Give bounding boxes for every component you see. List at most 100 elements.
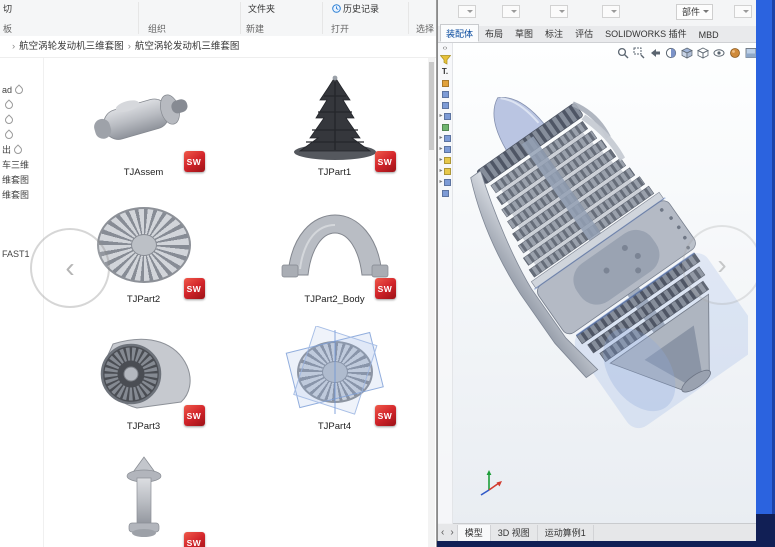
solidworks-badge: SW bbox=[183, 405, 205, 426]
caret-right-icon: ▸ bbox=[439, 179, 443, 185]
display-style-button[interactable] bbox=[696, 46, 709, 59]
part-icon bbox=[441, 123, 449, 131]
chevron-left-icon: ‹ bbox=[65, 252, 75, 283]
breadcrumb-segment[interactable]: 航空涡轮发动机三维套图 bbox=[19, 41, 124, 52]
tab-mbd[interactable]: MBD bbox=[693, 27, 725, 42]
zoom-to-fit-button[interactable] bbox=[616, 46, 629, 59]
file-item[interactable]: SW TJAssem bbox=[49, 66, 239, 189]
tab-scroll-prev-button[interactable]: ‹ bbox=[438, 527, 447, 538]
tree-item[interactable]: ▸ bbox=[439, 134, 451, 142]
3d-views-tab[interactable]: 3D 视图 bbox=[491, 524, 538, 541]
carousel-next-button[interactable]: › bbox=[682, 225, 756, 305]
tab-solidworks-addins[interactable]: SOLIDWORKS 插件 bbox=[599, 24, 693, 42]
document-tab-bar: ‹ › 模型 3D 视图 运动算例1 bbox=[438, 523, 756, 541]
part-icon bbox=[443, 112, 451, 120]
ribbon-group-new: 新建 bbox=[246, 24, 265, 34]
sidebar-item[interactable]: ad bbox=[0, 82, 43, 97]
filter-icon[interactable] bbox=[439, 55, 451, 65]
mate-icon bbox=[443, 178, 451, 186]
previous-view-button[interactable] bbox=[648, 46, 661, 59]
hide-show-items-button[interactable] bbox=[712, 46, 725, 59]
breadcrumb-segment[interactable]: 航空涡轮发动机三维套图 bbox=[135, 41, 240, 52]
model-tab[interactable]: 模型 bbox=[456, 524, 491, 541]
ribbon-group-clipboard: 板 bbox=[3, 24, 13, 34]
carousel-prev-button[interactable]: ‹ bbox=[30, 228, 110, 308]
shaft-thumbnail-graphic bbox=[126, 456, 161, 537]
tab-markup[interactable]: 标注 bbox=[539, 24, 569, 42]
solidworks-badge: SW bbox=[183, 151, 205, 172]
sidebar-item[interactable] bbox=[0, 97, 43, 112]
solidworks-badge: SW bbox=[183, 278, 205, 299]
part-icon bbox=[443, 145, 451, 153]
tree-item[interactable]: ▸ bbox=[439, 145, 451, 153]
graphics-viewport[interactable]: ‹› T. ▸ ▸ ▸ ▸ ▸ ▸ › bbox=[438, 43, 756, 524]
tree-pane-arrows[interactable]: ‹› bbox=[443, 45, 448, 52]
tree-item[interactable]: ▸ bbox=[439, 167, 451, 175]
tree-item[interactable] bbox=[441, 189, 449, 197]
screen: 切 文件夹 历史记录 板 组织 新建 打开 选择 › 航空涡轮发动机三维套图 › 航空… bbox=[0, 0, 775, 547]
solidworks-badge: SW bbox=[374, 151, 396, 172]
toolbar-dropdown-stub[interactable] bbox=[602, 5, 620, 18]
section-view-button[interactable] bbox=[664, 46, 677, 59]
tree-item[interactable]: ▸ bbox=[439, 156, 451, 164]
ribbon-separator bbox=[138, 2, 139, 34]
file-name: TJAssem bbox=[123, 167, 164, 178]
scrollbar-thumb[interactable] bbox=[429, 62, 434, 150]
motion-study-tab[interactable]: 运动算例1 bbox=[538, 524, 594, 541]
edit-appearance-button[interactable] bbox=[728, 46, 741, 59]
toolbar-dropdown-stub[interactable] bbox=[734, 5, 752, 18]
part-icon bbox=[441, 189, 449, 197]
solidworks-badge: SW bbox=[374, 278, 396, 299]
tree-item[interactable]: ▸ bbox=[439, 178, 451, 186]
headsup-view-toolbar bbox=[616, 46, 756, 59]
view-orientation-button[interactable] bbox=[680, 46, 693, 59]
pin-icon bbox=[13, 83, 25, 96]
file-item[interactable]: SW bbox=[49, 447, 239, 547]
zoom-to-area-button[interactable] bbox=[632, 46, 645, 59]
desktop-dark-block bbox=[756, 514, 775, 547]
file-name: TJPart4 bbox=[317, 421, 352, 432]
commandmanager-tabs: 装配体 布局 草图 标注 评估 SOLIDWORKS 插件 MBD bbox=[438, 24, 756, 43]
ribbon-group-select: 选择 bbox=[416, 24, 435, 34]
apply-scene-button[interactable] bbox=[744, 46, 756, 59]
tree-item[interactable]: ▸ bbox=[439, 112, 451, 120]
explorer-scrollbar[interactable] bbox=[428, 58, 435, 547]
ribbon-button-cut[interactable]: 切 bbox=[3, 2, 12, 15]
solidworks-badge: SW bbox=[183, 532, 205, 547]
tree-root-label[interactable]: T. bbox=[442, 68, 448, 76]
sidebar-item[interactable]: 车三维 bbox=[0, 157, 43, 172]
component-dropdown[interactable]: 部件 bbox=[676, 4, 714, 20]
explorer-sidebar: ad 出 车三维 维套图 维套图 FAST1 bbox=[0, 58, 44, 547]
toolbar-dropdown-stub[interactable] bbox=[502, 5, 520, 18]
tab-scroll-next-button[interactable]: › bbox=[447, 527, 456, 538]
tree-item[interactable] bbox=[441, 90, 449, 98]
tab-assembly[interactable]: 装配体 bbox=[440, 24, 480, 42]
ribbon-separator bbox=[408, 2, 409, 34]
sidebar-item[interactable] bbox=[0, 127, 43, 142]
tree-item[interactable] bbox=[441, 101, 449, 109]
tab-evaluate[interactable]: 评估 bbox=[569, 24, 599, 42]
ribbon-separator bbox=[240, 2, 241, 34]
ribbon-button-history[interactable]: 历史记录 bbox=[332, 2, 379, 15]
file-item[interactable]: SW TJPart1 bbox=[240, 66, 430, 189]
file-item[interactable]: SW TJPart3 bbox=[49, 320, 239, 443]
file-item[interactable]: SW TJPart4 bbox=[240, 320, 430, 443]
toolbar-dropdown-stub[interactable] bbox=[458, 5, 476, 18]
tree-item[interactable] bbox=[441, 79, 449, 87]
tree-item[interactable] bbox=[441, 123, 449, 131]
sidebar-item[interactable] bbox=[0, 112, 43, 127]
sidebar-item[interactable]: 维套图 bbox=[0, 172, 43, 187]
file-grid: SW TJAssem SW TJPart1 SW TJPart2 SW TJPa… bbox=[48, 66, 430, 547]
toolbar-dropdown-stub[interactable] bbox=[550, 5, 568, 18]
tab-layout[interactable]: 布局 bbox=[479, 24, 509, 42]
assembly-icon bbox=[441, 79, 449, 87]
sidebar-item[interactable]: 出 bbox=[0, 142, 43, 157]
ribbon-button-new-folder[interactable]: 文件夹 bbox=[248, 2, 275, 15]
chevron-right-icon: › bbox=[717, 249, 727, 280]
sidebar-item[interactable]: 维套图 bbox=[0, 187, 43, 202]
ribbon-group-open: 打开 bbox=[331, 24, 350, 34]
tab-sketch[interactable]: 草图 bbox=[509, 24, 539, 42]
featuremanager-tree: ‹› T. ▸ ▸ ▸ ▸ ▸ ▸ bbox=[438, 43, 453, 524]
caret-right-icon: ▸ bbox=[439, 157, 443, 163]
file-item[interactable]: SW TJPart2_Body bbox=[240, 193, 430, 316]
